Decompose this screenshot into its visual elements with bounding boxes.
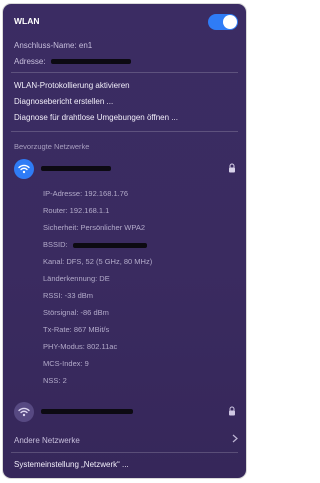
address-label: Adresse: — [14, 57, 46, 66]
detail-ip-address: IP-Adresse: 192.168.1.76 — [43, 189, 129, 198]
wifi-menu-panel: WLAN Anschluss-Name: en1 Adresse: WLAN-P… — [3, 4, 246, 478]
redacted-bssid — [72, 242, 147, 248]
detail-router: Router: 192.168.1.1 — [43, 206, 110, 215]
interface-name: Anschluss-Name: en1 — [14, 41, 93, 50]
toggle-knob — [223, 15, 237, 29]
network-row-connected[interactable] — [14, 159, 236, 179]
lock-icon — [229, 406, 235, 416]
network-row[interactable] — [14, 402, 236, 422]
bssid-label: BSSID: — [43, 240, 68, 249]
detail-tx-rate: Tx-Rate: 867 MBit/s — [43, 325, 110, 334]
detail-channel: Kanal: DFS, 52 (5 GHz, 80 MHz) — [43, 257, 153, 266]
divider — [11, 72, 238, 73]
chevron-right-icon[interactable] — [232, 434, 238, 443]
detail-rssi: RSSI: -33 dBm — [43, 291, 94, 300]
menu-item-enable-logging[interactable]: WLAN-Protokollierung aktivieren — [14, 81, 130, 90]
wifi-icon — [14, 402, 34, 422]
preferred-networks-heading: Bevorzugte Netzwerke — [14, 142, 90, 151]
detail-bssid: BSSID: — [43, 240, 147, 249]
lock-icon — [229, 163, 235, 173]
detail-nss: NSS: 2 — [43, 376, 67, 385]
redacted-address — [50, 59, 131, 65]
redacted-network-name — [41, 409, 133, 414]
wifi-icon — [14, 159, 34, 179]
detail-security: Sicherheit: Persönlicher WPA2 — [43, 223, 145, 232]
menu-item-diagnostic-report[interactable]: Diagnosebericht erstellen ... — [14, 97, 113, 106]
menu-item-other-networks[interactable]: Andere Netzwerke — [14, 436, 80, 445]
divider — [11, 131, 238, 132]
redacted-network-name — [41, 166, 111, 171]
detail-noise: Störsignal: -86 dBm — [43, 308, 109, 317]
detail-phy-mode: PHY-Modus: 802.11ac — [43, 342, 118, 351]
detail-country-code: Länderkennung: DE — [43, 274, 110, 283]
interface-address: Adresse: — [14, 57, 131, 66]
wifi-title: WLAN — [14, 16, 40, 26]
wifi-toggle[interactable] — [208, 14, 238, 30]
menu-item-network-settings[interactable]: Systemeinstellung „Netzwerk“ ... — [14, 460, 129, 469]
menu-item-wireless-diagnostics[interactable]: Diagnose für drahtlose Umgebungen öffnen… — [14, 113, 178, 122]
divider — [11, 452, 238, 453]
detail-mcs-index: MCS-Index: 9 — [43, 359, 89, 368]
